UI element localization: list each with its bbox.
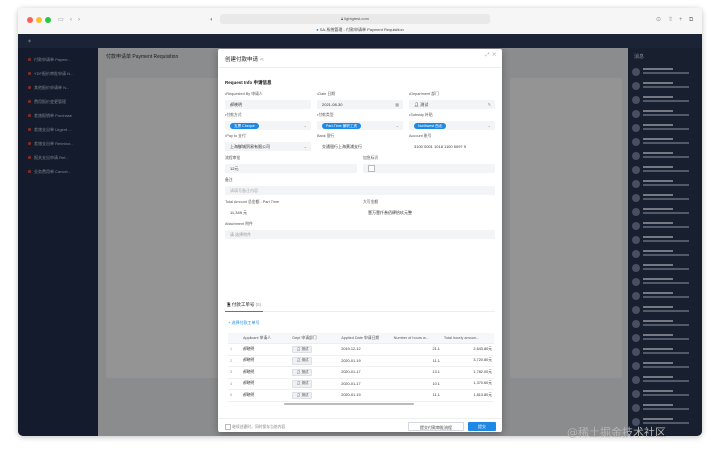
total-value: 11,349 元 bbox=[230, 210, 248, 215]
maximize-window-button[interactable] bbox=[45, 17, 51, 23]
sidebar-toggle-icon[interactable]: ▭ bbox=[58, 16, 64, 24]
expand-icon[interactable]: ⤢ bbox=[485, 52, 489, 58]
browser-window: ▭ ‹ › ◐ 🔒︎ lightgtest.com ⊙ ⇧ + ⧉ ● SA-系… bbox=[18, 8, 702, 436]
table-row[interactable]: 5 郝晓明 👤︎ 测试 2020-01-19 11.1 1,813.80元 bbox=[228, 389, 494, 402]
share-icon[interactable]: ⋖ bbox=[260, 57, 265, 63]
column-header[interactable]: Total hourly amoun... bbox=[441, 333, 494, 344]
modal-title: 创建付款申请 ⋖ bbox=[225, 57, 265, 63]
download-icon[interactable]: ⊙ bbox=[656, 16, 661, 24]
capital-label: 大写金额 bbox=[363, 200, 379, 204]
account-label: Account 账号 bbox=[409, 134, 432, 138]
continue-create-checkbox[interactable] bbox=[225, 424, 231, 430]
url-bar[interactable]: 🔒︎ lightgtest.com bbox=[220, 14, 490, 24]
column-header bbox=[228, 333, 241, 344]
table-row[interactable]: 1 郝晓明 👤︎ 测试 2019-12-12 21.1 2,643.80元 bbox=[228, 343, 494, 356]
subsidy-select[interactable]: Northwest 西北 ⌄ bbox=[409, 121, 495, 130]
close-icon[interactable]: ✕ bbox=[492, 52, 496, 58]
add-payment-order-link[interactable]: + 选择付款工单号 bbox=[228, 320, 259, 326]
detail-tabs: 🗎︎ 付款工单号 (5) bbox=[225, 299, 495, 312]
share-icon[interactable]: ⇧ bbox=[668, 16, 673, 24]
remarks-input[interactable]: 请填写备注内容 bbox=[225, 186, 495, 195]
column-header[interactable]: Applicant 申请人 bbox=[240, 333, 291, 344]
column-header[interactable]: Applied Date 申请日期 bbox=[339, 333, 392, 344]
requested-by-label: •Requested By 申请人 bbox=[225, 92, 263, 96]
table-row[interactable]: 3 郝晓明 👤︎ 测试 2020-01-17 13.1 1,782.00元 bbox=[228, 366, 494, 379]
url-text: lightgtest.com bbox=[344, 16, 369, 21]
forward-icon[interactable]: › bbox=[78, 16, 80, 24]
section-title: Request Info 申请信息 bbox=[225, 80, 272, 85]
table-row[interactable]: 2 郝晓明 👤︎ 测试 2020-01-19 11.1 3,720.80元 bbox=[228, 355, 494, 367]
date-field[interactable]: 2021-08-30 ▦ bbox=[317, 100, 403, 109]
approval-label: 流程审批 bbox=[225, 156, 241, 160]
watermark: @稀土掘金技术社区 bbox=[567, 426, 666, 439]
approval-field[interactable]: 12元 bbox=[225, 164, 357, 173]
chevron-down-icon: ⌄ bbox=[395, 123, 399, 128]
account-value: 3100 0001 1018 1100 5097 9 bbox=[414, 144, 466, 149]
date-label: •Date 日期 bbox=[317, 92, 335, 96]
modal-controls: ⤢ ✕ bbox=[485, 52, 496, 58]
department-field[interactable]: 👤︎ 测试 ✎ bbox=[409, 100, 495, 109]
chevron-down-icon: ⌄ bbox=[303, 123, 307, 128]
tab-overview-icon[interactable]: ⧉ bbox=[689, 16, 693, 24]
chevron-down-icon: ⌄ bbox=[303, 144, 307, 149]
document-icon: 🗎︎ bbox=[227, 302, 231, 307]
capital-value: 壹万壹仟叁佰肆拾玖元整 bbox=[368, 210, 412, 215]
browser-toolbar: ▭ ‹ › ◐ 🔒︎ lightgtest.com ⊙ ⇧ + ⧉ ● SA-系… bbox=[18, 8, 702, 35]
dept-tag: 👤︎ 测试 bbox=[292, 380, 313, 388]
favicon-icon: ● bbox=[316, 27, 319, 32]
submit-button[interactable]: 提交 bbox=[468, 422, 496, 431]
close-window-button[interactable] bbox=[27, 17, 33, 23]
payment-method-select[interactable]: 支票 Cheque ⌄ bbox=[225, 121, 311, 130]
bank-value: 交通银行上海黄浦支行 bbox=[322, 144, 362, 149]
privacy-icon: ◐ bbox=[210, 17, 214, 23]
new-tab-icon[interactable]: + bbox=[679, 16, 683, 24]
dept-tag: 👤︎ 测试 bbox=[292, 357, 313, 365]
total-label: Total Amount 总金额 - Part Time bbox=[225, 200, 280, 204]
bank-label: Bank 银行 bbox=[317, 134, 335, 138]
urgent-label: 加急标识 bbox=[363, 156, 379, 160]
payment-orders-table: Applicant 申请人 Dept 申请部门 Applied Date 申请日… bbox=[228, 333, 494, 402]
pay-to-select[interactable]: 上海御城贸易有限公司 ⌄ bbox=[225, 142, 311, 151]
remarks-label: 备注 bbox=[225, 178, 233, 182]
modal-header: 创建付款申请 ⋖ ⤢ ✕ bbox=[218, 49, 502, 68]
attachment-label: Attachment 附件 bbox=[225, 222, 253, 226]
table-horizontal-scrollbar[interactable] bbox=[284, 403, 414, 405]
edit-icon: ✎ bbox=[487, 102, 491, 107]
payment-method-label: •付款方式 bbox=[225, 113, 242, 117]
back-icon[interactable]: ‹ bbox=[70, 16, 72, 24]
tab-title: SA-系统管理 - 付款申请单 Payment Requisition bbox=[319, 27, 404, 32]
submit-approval-button[interactable]: 提交付款审批流程 bbox=[408, 422, 464, 431]
minimize-window-button[interactable] bbox=[36, 17, 42, 23]
attachment-upload[interactable]: 请 选择附件 bbox=[225, 230, 495, 239]
dept-tag: 👤︎ 测试 bbox=[292, 368, 313, 376]
requested-by-field[interactable]: 郝晓明 bbox=[225, 100, 311, 109]
calendar-icon: ▦ bbox=[395, 102, 399, 107]
active-tab[interactable]: ● SA-系统管理 - 付款申请单 Payment Requisition bbox=[18, 25, 702, 34]
modal-footer: 继续创建时，同时保存当前内容 提交付款审批流程 提交 bbox=[218, 418, 502, 432]
column-header[interactable]: Number of hours w... bbox=[391, 333, 442, 344]
tab-payment-orders[interactable]: 🗎︎ 付款工单号 (5) bbox=[225, 301, 264, 312]
continue-create-option[interactable]: 继续创建时，同时保存当前内容 bbox=[225, 424, 285, 430]
payment-type-select[interactable]: Part-Time 兼职工资 ⌄ bbox=[317, 121, 403, 130]
pay-to-label: •Pay to 支付 bbox=[225, 134, 246, 138]
urgent-field[interactable] bbox=[363, 164, 495, 173]
column-header[interactable]: Dept 申请部门 bbox=[290, 333, 340, 344]
chevron-down-icon: ⌄ bbox=[487, 123, 491, 128]
table-header-row: Applicant 申请人 Dept 申请部门 Applied Date 申请日… bbox=[228, 333, 494, 344]
urgent-checkbox[interactable] bbox=[368, 165, 375, 173]
dept-tag: 👤︎ 测试 bbox=[292, 391, 313, 399]
department-label: •Department 部门 bbox=[409, 92, 439, 96]
create-payment-modal: 创建付款申请 ⋖ ⤢ ✕ Request Info 申请信息 •Requeste… bbox=[218, 49, 502, 432]
payment-type-label: •付款类型 bbox=[317, 113, 334, 117]
subsidy-label: •Subsidy 补贴 bbox=[409, 113, 433, 117]
dept-tag: 👤︎ 测试 bbox=[292, 345, 313, 353]
table-row[interactable]: 4 郝晓明 👤︎ 测试 2020-01-17 10.1 1,370.60元 bbox=[228, 378, 494, 390]
